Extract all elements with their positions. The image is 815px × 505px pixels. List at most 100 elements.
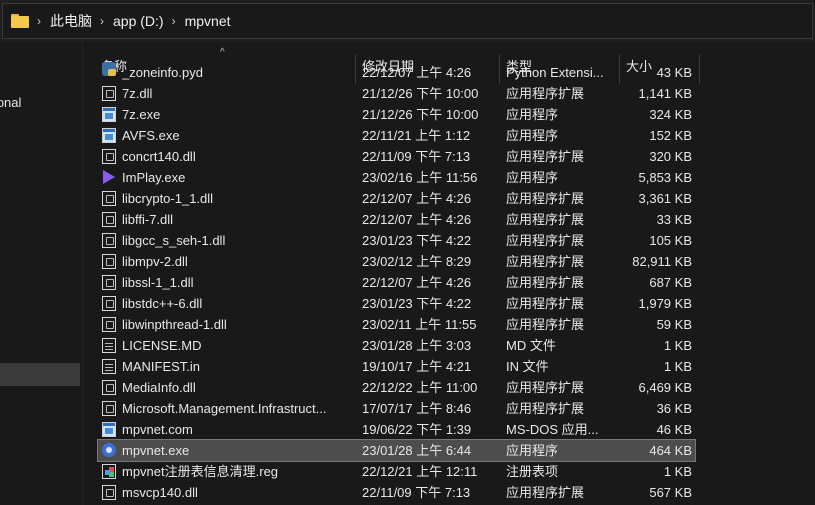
file-size: 152 KB [649,128,692,143]
file-name: ImPlay.exe [122,170,186,185]
file-name: libmpv-2.dll [122,254,188,269]
file-type: 应用程序扩展 [506,296,585,311]
chevron-right-icon[interactable]: › [172,14,176,28]
file-size: 464 KB [649,443,692,458]
file-size: 59 KB [656,317,692,332]
nav-item-selected[interactable] [0,363,80,386]
file-type: 应用程序扩展 [506,233,585,248]
file-name: mpvnet.exe [122,443,190,458]
address-field[interactable]: › 此电脑 › app (D:) › mpvnet [2,3,813,39]
file-name: libwinpthread-1.dll [122,317,227,332]
mpv-icon [102,443,116,457]
file-name: MediaInfo.dll [122,380,196,395]
file-size: 1 KB [663,359,692,374]
file-name: libffi-7.dll [122,212,174,227]
file-row[interactable]: ImPlay.exe 23/02/16 上午 11:56 应用程序 5,853 KB [98,167,695,188]
file-size: 36 KB [656,401,692,416]
dll-icon [102,86,116,101]
file-row[interactable]: AVFS.exe 22/11/21 上午 1:12 应用程序 152 KB [98,125,695,146]
file-name: libcrypto-1_1.dll [122,191,214,206]
address-bar: › 此电脑 › app (D:) › mpvnet [0,0,815,42]
file-name: libgcc_s_seh-1.dll [122,233,226,248]
file-row[interactable]: libstdc++-6.dll 23/01/23 下午 4:22 应用程序扩展 1,9… [98,293,695,314]
file-date-modified: 23/01/28 上午 3:03 [362,338,472,353]
file-name: Microsoft.Management.Infrastruct... [122,401,327,416]
file-date-modified: 23/02/16 上午 11:56 [362,170,478,185]
file-name: msvcp140.dll [122,485,198,500]
nav-item-onedrive-personal[interactable]: rsonal [0,95,68,110]
file-row[interactable]: 7z.dll 21/12/26 下午 10:00 应用程序扩展 1,141 KB [98,83,695,104]
file-type: 应用程序扩展 [506,485,585,500]
file-type: 应用程序扩展 [506,254,585,269]
file-row[interactable]: MediaInfo.dll 22/12/22 上午 11:00 应用程序扩展 6,46… [98,377,695,398]
file-type: 应用程序扩展 [506,212,585,227]
file-row[interactable]: libffi-7.dll 22/12/07 上午 4:26 应用程序扩展 33 KB [98,209,695,230]
file-type: 应用程序扩展 [506,380,585,395]
file-type: MS-DOS 应用... [506,422,599,437]
file-row[interactable]: LICENSE.MD 23/01/28 上午 3:03 MD 文件 1 KB [98,335,695,356]
file-row[interactable]: libssl-1_1.dll 22/12/07 上午 4:26 应用程序扩展 687 … [98,272,695,293]
file-date-modified: 23/01/23 下午 4:22 [362,296,472,311]
file-size: 320 KB [649,149,692,164]
file-name: mpvnet.com [122,422,193,437]
file-name: mpvnet注册表信息清理.reg [122,464,279,479]
dll-icon [102,212,116,227]
file-date-modified: 19/06/22 下午 1:39 [362,422,472,437]
file-size: 43 KB [656,65,692,80]
file-date-modified: 22/11/21 上午 1:12 [362,128,471,143]
dll-icon [102,254,116,269]
file-date-modified: 23/01/28 上午 6:44 [362,443,472,458]
file-type: 应用程序扩展 [506,401,585,416]
file-type: 应用程序 [506,107,559,122]
file-row[interactable]: Microsoft.Management.Infrastruct... 17/07… [98,398,695,419]
file-list: ^ 名称 修改日期 类型 大小 _zoneinfo.pyd22/12/07 上午… [83,42,815,505]
file-row[interactable]: mpvnet注册表信息清理.reg 22/12/21 上午 12:11 注册表项 1 … [98,461,695,482]
file-size: 5,853 KB [638,170,693,185]
file-row[interactable]: mpvnet.exe 23/01/28 上午 6:44 应用程序 464 KB [97,439,696,462]
file-row[interactable]: libmpv-2.dll 23/02/12 上午 8:29 应用程序扩展 82,911… [98,251,695,272]
exe-icon [102,422,116,437]
folder-icon [11,14,29,28]
file-size: 324 KB [649,107,692,122]
file-type: 应用程序扩展 [506,149,585,164]
dll-icon [102,191,116,206]
play-icon [103,170,115,184]
file-name: MANIFEST.in [122,359,201,374]
file-date-modified: 17/07/17 上午 8:46 [362,401,472,416]
file-size: 1 KB [663,338,692,353]
file-type: 应用程序扩展 [506,275,585,290]
file-row[interactable]: 7z.exe 21/12/26 下午 10:00 应用程序 324 KB [98,104,695,125]
file-type: Python Extensi... [506,65,604,80]
file-date-modified: 22/12/07 上午 4:26 [362,65,472,80]
file-name: libssl-1_1.dll [122,275,194,290]
dll-icon [102,317,116,332]
python-icon [102,62,116,76]
file-row[interactable]: libgcc_s_seh-1.dll 23/01/23 下午 4:22 应用程序扩展… [98,230,695,251]
file-size: 567 KB [649,485,692,500]
dll-icon [102,233,116,248]
breadcrumb-this-pc[interactable]: 此电脑 [50,11,92,31]
file-row[interactable]: msvcp140.dll 22/11/09 下午 7:13 应用程序扩展 567 KB [98,482,695,503]
file-name: libstdc++-6.dll [122,296,203,311]
file-row[interactable]: concrt140.dll 22/11/09 下午 7:13 应用程序扩展 320 K… [98,146,695,167]
file-size: 46 KB [656,422,692,437]
file-type: IN 文件 [506,359,549,374]
column-separator[interactable] [699,54,700,84]
file-date-modified: 22/12/21 上午 12:11 [362,464,478,479]
file-date-modified: 22/12/07 上午 4:26 [362,191,472,206]
chevron-right-icon[interactable]: › [100,14,104,28]
file-row[interactable]: mpvnet.com 19/06/22 下午 1:39 MS-DOS 应用... 46… [98,419,695,440]
file-date-modified: 22/12/07 上午 4:26 [362,275,472,290]
file-row[interactable]: MANIFEST.in 19/10/17 上午 4:21 IN 文件 1 KB [98,356,695,377]
breadcrumb-mpvnet[interactable]: mpvnet [185,13,231,29]
chevron-right-icon[interactable]: › [37,14,41,28]
breadcrumb-app-drive[interactable]: app (D:) [113,13,164,29]
file-type: 应用程序扩展 [506,317,585,332]
file-row[interactable]: libwinpthread-1.dll 23/02/11 上午 11:55 应用程序… [98,314,695,335]
file-row[interactable]: _zoneinfo.pyd 22/12/07 上午 4:26 Python Exte… [98,62,695,83]
doc-icon [102,338,116,353]
file-row[interactable]: libcrypto-1_1.dll 22/12/07 上午 4:26 应用程序扩展 3… [98,188,695,209]
file-size: 1,141 KB [638,86,693,101]
navigation-pane: rsonal [0,42,82,505]
exe-icon [102,128,116,143]
